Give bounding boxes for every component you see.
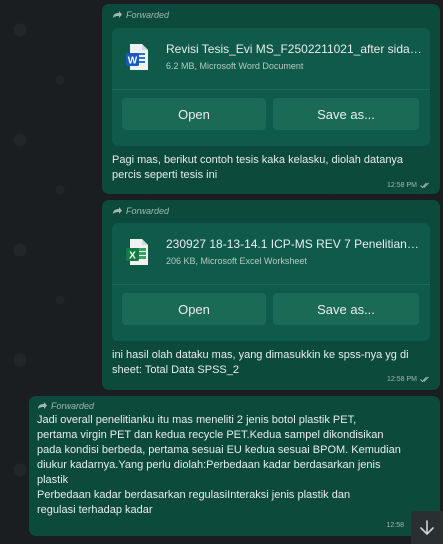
message-bubble-text[interactable]: Forwarded Jadi overall penelitianku itu … xyxy=(29,396,440,536)
text-line: Perbedaan kadar berdasarkan regulasiInte… xyxy=(37,489,351,501)
document-file-name: Revisi Tesis_Evi MS_F2502211021_after si… xyxy=(166,42,422,56)
forward-arrow-icon xyxy=(113,11,122,18)
forwarded-indicator: Forwarded xyxy=(112,206,169,216)
forward-arrow-icon xyxy=(113,207,122,214)
double-check-icon xyxy=(420,182,429,189)
document-file-meta: 206 KB, Microsoft Excel Worksheet xyxy=(166,256,307,266)
timestamp-text: 12:58 xyxy=(386,522,404,529)
text-line: regulasi terhadap kadar xyxy=(37,504,153,516)
forward-arrow-icon xyxy=(38,402,47,409)
forwarded-indicator: Forwarded xyxy=(112,10,169,20)
message-bubble-excel-doc[interactable]: Forwarded X 230927 18-13-14.1 ICP-MS REV… xyxy=(102,200,440,390)
forwarded-label: Forwarded xyxy=(51,401,95,411)
save-as-button[interactable]: Save as... xyxy=(273,293,419,325)
document-card[interactable]: W Revisi Tesis_Evi MS_F2502211021_after … xyxy=(112,28,430,146)
message-text: Jadi overall penelitianku itu mas meneli… xyxy=(37,413,432,518)
message-timestamp: 12:58 xyxy=(386,522,404,529)
text-line: Jadi overall penelitianku itu mas meneli… xyxy=(37,414,357,426)
card-divider xyxy=(112,89,430,90)
open-button[interactable]: Open xyxy=(122,293,266,325)
svg-text:X: X xyxy=(129,251,136,262)
save-as-button[interactable]: Save as... xyxy=(273,98,419,130)
document-file-meta: 6.2 MB, Microsoft Word Document xyxy=(166,61,304,71)
message-caption: ini hasil olah dataku mas, yang dimasukk… xyxy=(112,349,409,376)
double-check-icon xyxy=(420,376,429,383)
forwarded-label: Forwarded xyxy=(126,10,170,20)
scroll-to-bottom-button[interactable] xyxy=(411,511,443,544)
forwarded-indicator: Forwarded xyxy=(37,401,94,411)
text-line: diukur kadarnya.Yang perlu diolah:Perbed… xyxy=(37,459,381,471)
message-timestamp: 12:58 PM xyxy=(387,376,430,383)
message-timestamp: 12:58 PM xyxy=(387,182,430,189)
document-file-name: 230927 18-13-14.1 ICP-MS REV 7 Penelitia… xyxy=(166,237,422,251)
forwarded-label: Forwarded xyxy=(126,206,170,216)
message-caption: Pagi mas, berikut contoh tesis kaka kela… xyxy=(112,154,404,181)
text-line: pada kondisi berbeda, pertama sesuai EU … xyxy=(37,444,401,456)
word-file-icon: W xyxy=(126,44,148,70)
message-bubble-word-doc[interactable]: Forwarded W Revisi Tesis_Evi MS_F2502211… xyxy=(102,4,440,194)
timestamp-text: 12:58 PM xyxy=(387,182,417,189)
svg-text:W: W xyxy=(128,56,138,67)
document-card[interactable]: X 230927 18-13-14.1 ICP-MS REV 7 Penelit… xyxy=(112,223,430,341)
timestamp-text: 12:58 PM xyxy=(387,376,417,383)
text-line: plastik xyxy=(37,474,69,486)
text-line: pertama virgin PET dan kedua recycle PET… xyxy=(37,429,384,441)
card-divider xyxy=(112,284,430,285)
arrow-down-icon xyxy=(420,519,434,535)
excel-file-icon: X xyxy=(126,239,148,265)
open-button[interactable]: Open xyxy=(122,98,266,130)
